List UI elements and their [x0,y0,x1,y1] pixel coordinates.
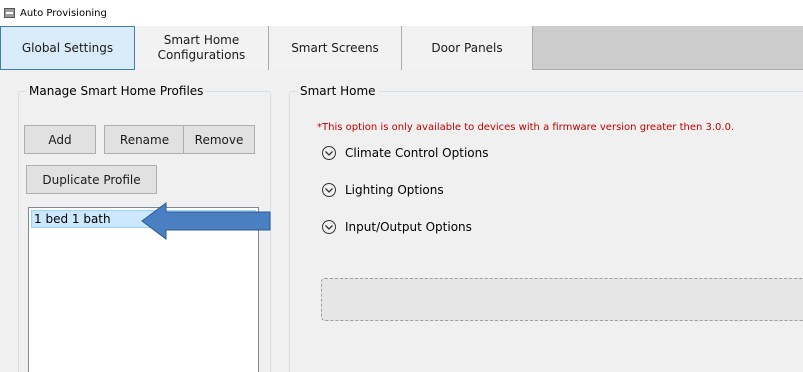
chevron-down-icon [322,146,336,160]
expander-label: Input/Output Options [345,220,472,234]
window-title: Auto Provisioning [20,7,107,19]
tab-label: Global Settings [21,40,114,55]
manage-profiles-legend: Manage Smart Home Profiles [29,84,204,98]
title-bar: Auto Provisioning [0,0,803,26]
tab-label: Smart Home Configurations [158,33,246,63]
duplicate-profile-button[interactable]: Duplicate Profile [26,165,157,194]
firmware-note: *This option is only available to device… [317,122,735,133]
tab-door-panels[interactable]: Door Panels [402,26,533,70]
annotation-arrow-icon [141,202,271,240]
tab-global-settings[interactable]: Global Settings [0,26,135,70]
input-output-expander[interactable]: Input/Output Options [322,218,472,236]
chevron-down-icon [322,183,336,197]
tab-smart-home-configurations[interactable]: Smart Home Configurations [135,26,269,70]
rename-button[interactable]: Rename [104,125,185,154]
tab-smart-screens[interactable]: Smart Screens [269,26,402,70]
tab-label-line1: Smart Home [163,33,240,47]
chevron-down-icon [322,220,336,234]
smart-home-legend: Smart Home [300,84,376,98]
expander-label: Lighting Options [345,183,444,197]
tab-label: Door Panels [431,40,503,55]
drop-zone[interactable] [321,278,803,321]
add-button[interactable]: Add [24,125,96,154]
lighting-expander[interactable]: Lighting Options [322,181,444,199]
app-icon [4,8,15,18]
tab-label-line2: Configurations [157,48,246,62]
tab-strip: Global Settings Smart Home Configuration… [0,26,803,70]
remove-button[interactable]: Remove [183,125,255,154]
expander-label: Climate Control Options [345,146,489,160]
climate-control-expander[interactable]: Climate Control Options [322,144,488,162]
tab-label: Smart Screens [291,40,379,55]
